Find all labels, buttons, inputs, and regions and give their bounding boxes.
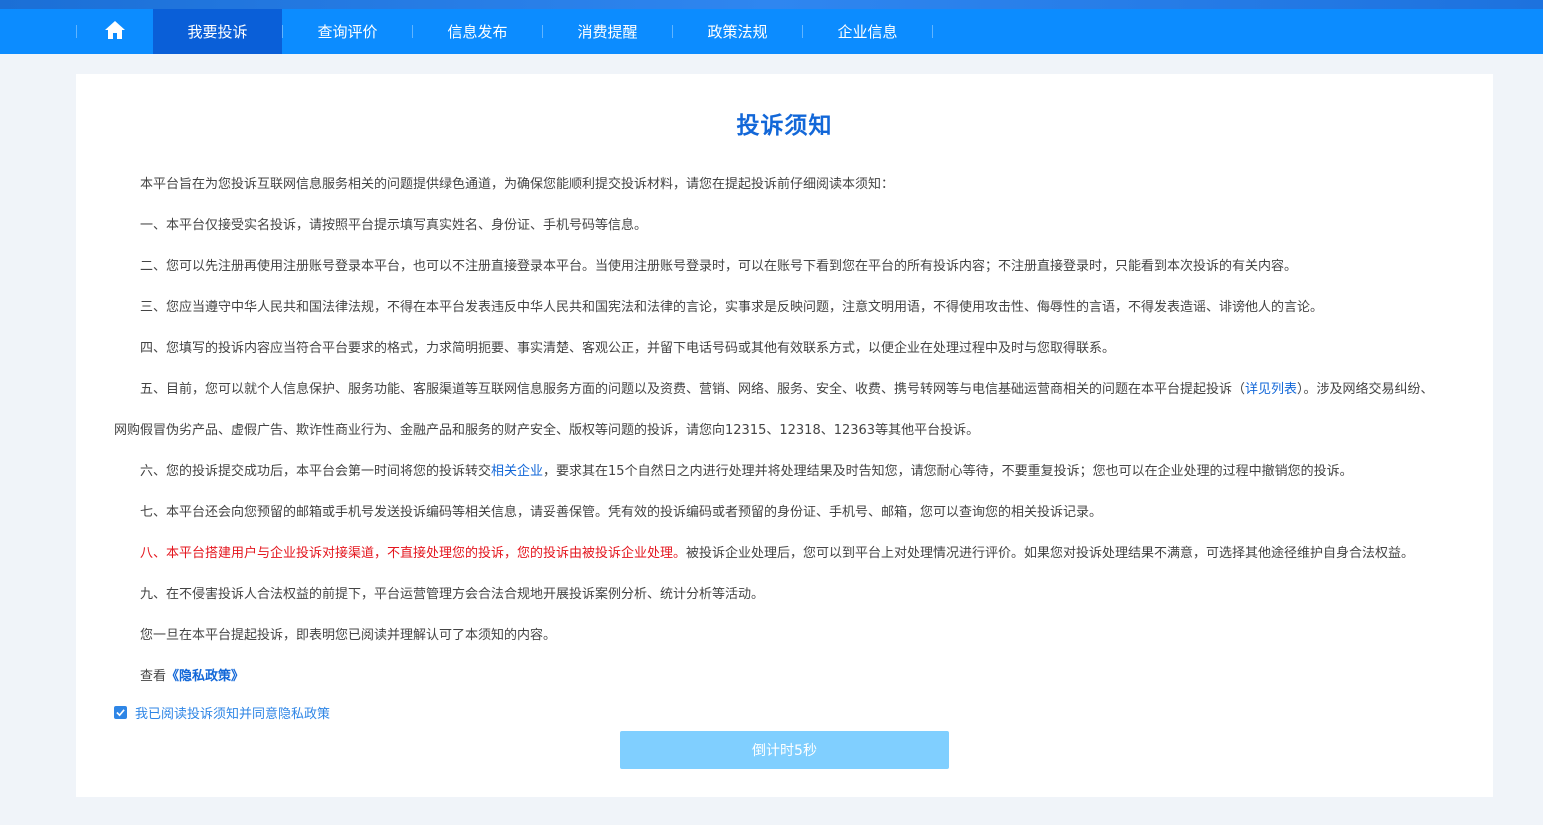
top-banner-strip (0, 0, 1543, 9)
page-title: 投诉须知 (736, 113, 833, 139)
notice-item-6: 六、您的投诉提交成功后，本平台会第一时间将您的投诉转交相关企业，要求其在15个自… (140, 464, 1353, 479)
notice-item-5-continued: 网购假冒伪劣产品、虚假广告、欺诈性商业行为、金融产品和服务的财产安全、版权等问题… (114, 423, 980, 438)
notice-item-3: 三、您应当遵守中华人民共和国法律法规，不得在本平台发表违反中华人民共和国宪法和法… (140, 300, 1324, 315)
notice-closing: 您一旦在本平台提起投诉，即表明您已阅读并理解认可了本须知的内容。 (140, 628, 557, 643)
agree-checkbox-row[interactable]: 我已阅读投诉须知并同意隐私政策 (114, 703, 330, 722)
nav-separator (932, 25, 933, 38)
agree-label: 我已阅读投诉须知并同意隐私政策 (135, 707, 331, 722)
nav-item-info[interactable]: 信息发布 (413, 9, 542, 54)
notice-item-7: 七、本平台还会向您预留的邮箱或手机号发送投诉编码等相关信息，请妥善保管。凭有效的… (140, 505, 1103, 520)
notice-item-2: 二、您可以先注册再使用注册账号登录本平台，也可以不注册直接登录本平台。当使用注册… (140, 259, 1298, 274)
nav-item-consumer-alert[interactable]: 消费提醒 (543, 9, 672, 54)
nav-home[interactable] (77, 9, 153, 54)
check-icon (116, 709, 125, 717)
notice-item-9: 九、在不侵害投诉人合法权益的前提下，平台运营管理方会合法合规地开展投诉案例分析、… (140, 587, 765, 602)
countdown-button[interactable]: 倒计时5秒 (620, 731, 949, 769)
notice-item-1: 一、本平台仅接受实名投诉，请按照平台提示填写真实姓名、身份证、手机号码等信息。 (140, 218, 648, 233)
privacy-policy-link[interactable]: 《隐私政策》 (166, 669, 244, 684)
agree-checkbox[interactable] (114, 706, 127, 719)
see-list-link[interactable]: 详见列表 (1245, 382, 1297, 397)
warning-text: 本平台搭建用户与企业投诉对接渠道，不直接处理您的投诉，您的投诉由被投诉企业处理。 (166, 546, 687, 561)
privacy-row: 查看《隐私政策》 (140, 669, 245, 684)
notice-intro: 本平台旨在为您投诉互联网信息服务相关的问题提供绿色通道，为确保您能顺利提交投诉材… (140, 177, 895, 192)
main-nav: 我要投诉 查询评价 信息发布 消费提醒 政策法规 企业信息 (0, 9, 1543, 54)
nav-item-query[interactable]: 查询评价 (283, 9, 412, 54)
notice-item-5: 五、目前，您可以就个人信息保护、服务功能、客服渠道等互联网信息服务方面的问题以及… (140, 382, 1434, 397)
related-company-link[interactable]: 相关企业 (491, 464, 543, 479)
nav-item-complaint[interactable]: 我要投诉 (153, 9, 282, 54)
home-icon (104, 20, 126, 44)
notice-item-4: 四、您填写的投诉内容应当符合平台要求的格式，力求简明扼要、事实清楚、客观公正，并… (140, 341, 1116, 356)
nav-item-policy[interactable]: 政策法规 (673, 9, 802, 54)
nav-item-company[interactable]: 企业信息 (803, 9, 932, 54)
notice-card: 投诉须知 本平台旨在为您投诉互联网信息服务相关的问题提供绿色通道，为确保您能顺利… (76, 74, 1493, 797)
notice-content: 本平台旨在为您投诉互联网信息服务相关的问题提供绿色通道，为确保您能顺利提交投诉材… (114, 164, 1456, 697)
notice-item-8: 八、本平台搭建用户与企业投诉对接渠道，不直接处理您的投诉，您的投诉由被投诉企业处… (140, 546, 1415, 561)
